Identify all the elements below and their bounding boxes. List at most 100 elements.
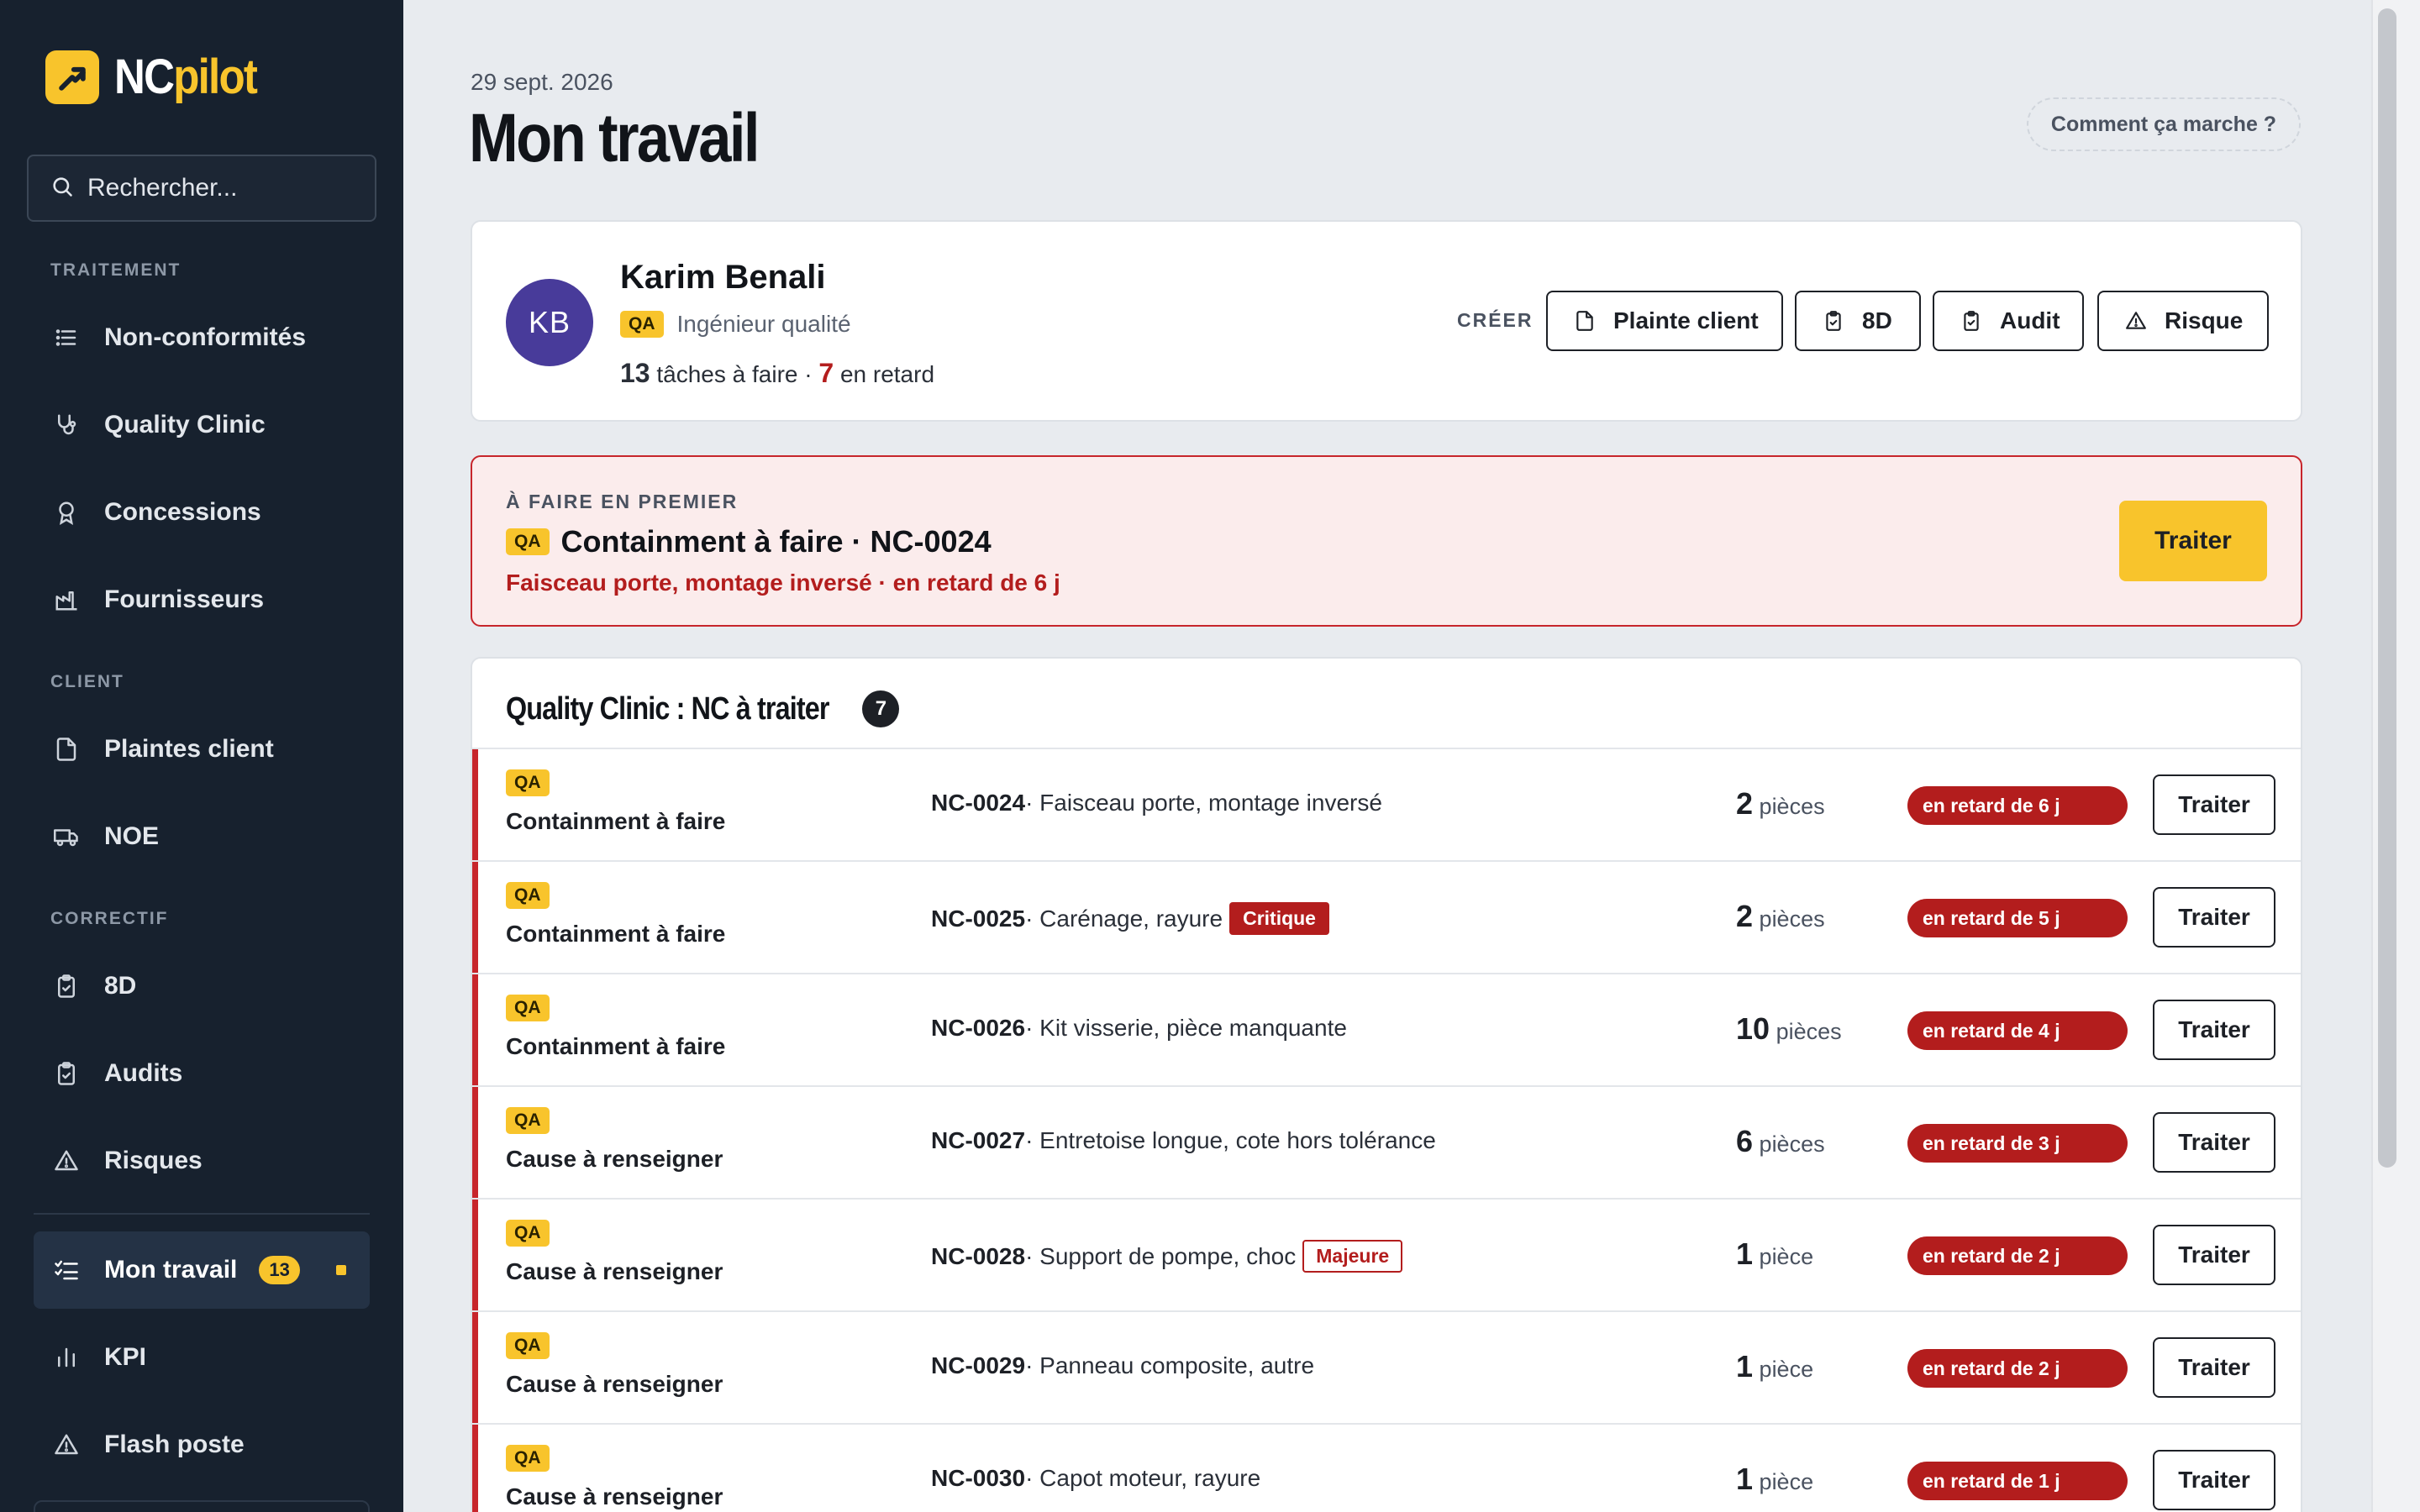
search-icon [50,175,74,202]
row-status: Cause à renseigner [506,1371,723,1397]
button-label: Audit [2000,307,2060,333]
button-label: Plainte client [1613,307,1759,333]
create-plainte-client-button[interactable]: Plainte client [1546,291,1783,351]
priority-kicker: À FAIRE EN PREMIER [506,491,739,512]
sidebar-item-label: Flash poste [104,1431,245,1458]
traiter-button[interactable]: Traiter [2153,887,2275,948]
table-row[interactable]: QA Cause à renseigner NC-0028 · Support … [472,1198,2301,1312]
page-title: Mon travail [469,100,760,176]
row-status: Containment à faire [506,808,726,834]
priority-traiter-button[interactable]: Traiter [2119,501,2267,581]
sidebar-item-label: Mon travail [104,1256,238,1284]
sidebar-item-plaintes-client[interactable]: Plaintes client [34,711,370,788]
nc-id[interactable]: NC-0028 [931,1243,1025,1270]
nc-desc: · Panneau composite, autre [1025,1352,1315,1378]
late-indicator-bar [472,1200,478,1312]
nc-desc: · Kit visserie, pièce manquante [1025,1015,1347,1041]
sidebar-item-mon-travail[interactable]: Mon travail 13 [34,1231,370,1309]
traiter-button[interactable]: Traiter [2153,1000,2275,1060]
table-row[interactable]: QA Containment à faire NC-0025 · Carénag… [472,860,2301,974]
role-line: QA Ingénieur qualité [620,311,851,338]
row-quantity: 2 pièces [1736,899,1825,934]
table-row[interactable]: QA Containment à faire NC-0024 · Faiscea… [472,748,2301,862]
create-risque-button[interactable]: Risque [2097,291,2269,351]
traiter-button[interactable]: Traiter [2153,1450,2275,1510]
sidebar-item-flash-poste[interactable]: Flash poste [34,1406,370,1483]
qty-value: 6 [1736,1124,1754,1158]
qty-unit: pièces [1759,906,1825,932]
late-count: 7 [818,358,834,388]
sidebar-item-fournisseurs[interactable]: Fournisseurs [34,561,370,638]
current-date: 29 sept. 2026 [471,69,613,95]
sidebar-item-label: Audits [104,1059,183,1087]
create-label: CRÉER [1457,309,1534,331]
traiter-button[interactable]: Traiter [2153,1112,2275,1173]
late-indicator-bar [472,974,478,1087]
sidebar-item-kpi[interactable]: KPI [34,1319,370,1396]
tasks-summary: 13 tâches à faire · 7 en retard [620,358,934,389]
role-tag: QA [506,528,550,555]
bar-chart-icon [52,1343,81,1372]
help-button[interactable]: Comment ça marche ? [2027,97,2301,151]
priority-title-text: Containment à faire · NC-0024 [560,524,992,559]
role-tag: QA [506,1445,550,1472]
qty-unit: pièces [1759,1131,1825,1157]
sidebar-item-audits[interactable]: Audits [34,1035,370,1112]
create-8d-button[interactable]: 8D [1795,291,1921,351]
avatar: KB [506,279,593,366]
role-tag: QA [506,769,550,796]
qty-unit: pièce [1759,1357,1814,1382]
sidebar-item-concessions[interactable]: Concessions [34,474,370,551]
nc-id[interactable]: NC-0026 [931,1015,1025,1042]
row-quantity: 1 pièce [1736,1349,1813,1384]
nc-id[interactable]: NC-0030 [931,1465,1025,1492]
sidebar-item-label: Plaintes client [104,735,274,763]
warning-icon [52,1431,81,1459]
nc-id[interactable]: NC-0029 [931,1352,1025,1379]
traiter-button[interactable]: Traiter [2153,1337,2275,1398]
file-icon [1573,309,1597,333]
nc-id[interactable]: NC-0024 [931,790,1025,816]
scrollbar-thumb[interactable] [2378,8,2396,1168]
qty-unit: pièce [1759,1244,1814,1269]
row-description: NC-0029 · Panneau composite, autre [931,1352,1314,1379]
logo[interactable]: NCpilot [45,49,276,105]
tasks-label: tâches à faire [656,361,798,387]
row-description: NC-0027 · Entretoise longue, cote hors t… [931,1127,1436,1154]
table-row[interactable]: QA Cause à renseigner NC-0029 · Panneau … [472,1310,2301,1425]
nc-id[interactable]: NC-0025 [931,906,1025,932]
late-badge: en retard de 3 j [1907,1124,2128,1163]
row-quantity: 6 pièces [1736,1124,1825,1159]
clipboard-check-icon [52,1059,81,1088]
create-audit-button[interactable]: Audit [1933,291,2084,351]
row-quantity: 10 pièces [1736,1011,1842,1047]
late-badge: en retard de 4 j [1907,1011,2128,1050]
nc-id[interactable]: NC-0027 [931,1127,1025,1154]
priority-card: À FAIRE EN PREMIER QA Containment à fair… [471,455,2302,627]
search-input[interactable]: Rechercher... [27,155,376,222]
profile-card: KB Karim Benali QA Ingénieur qualité 13 … [471,220,2302,422]
clipboard-check-icon [1822,309,1845,333]
sidebar-item-quality-clinic[interactable]: Quality Clinic [34,386,370,464]
warning-icon [2124,309,2148,333]
traiter-button[interactable]: Traiter [2153,774,2275,835]
late-indicator-bar [472,749,478,862]
qty-unit: pièces [1776,1019,1842,1044]
table-row[interactable]: QA Cause à renseigner NC-0030 · Capot mo… [472,1423,2301,1512]
nc-desc: · Capot moteur, rayure [1025,1465,1261,1491]
sidebar-item-non-conformites[interactable]: Non-conformités [34,299,370,376]
table-row[interactable]: QA Containment à faire NC-0026 · Kit vis… [472,973,2301,1087]
late-indicator-bar [472,1312,478,1425]
sidebar-item-risques[interactable]: Risques [34,1122,370,1200]
warning-icon [52,1147,81,1175]
table-row[interactable]: QA Cause à renseigner NC-0027 · Entretoi… [472,1085,2301,1200]
sidebar-item-noe[interactable]: NOE [34,798,370,875]
role-tag: QA [620,311,664,338]
clipboard-check-icon [1960,309,1983,333]
qty-value: 2 [1736,899,1754,933]
late-indicator-bar [472,1425,478,1512]
traiter-button[interactable]: Traiter [2153,1225,2275,1285]
nc-desc: · Faisceau porte, montage inversé [1025,790,1382,816]
sidebar-item-8d[interactable]: 8D [34,948,370,1025]
tasks-count: 13 [620,358,650,388]
